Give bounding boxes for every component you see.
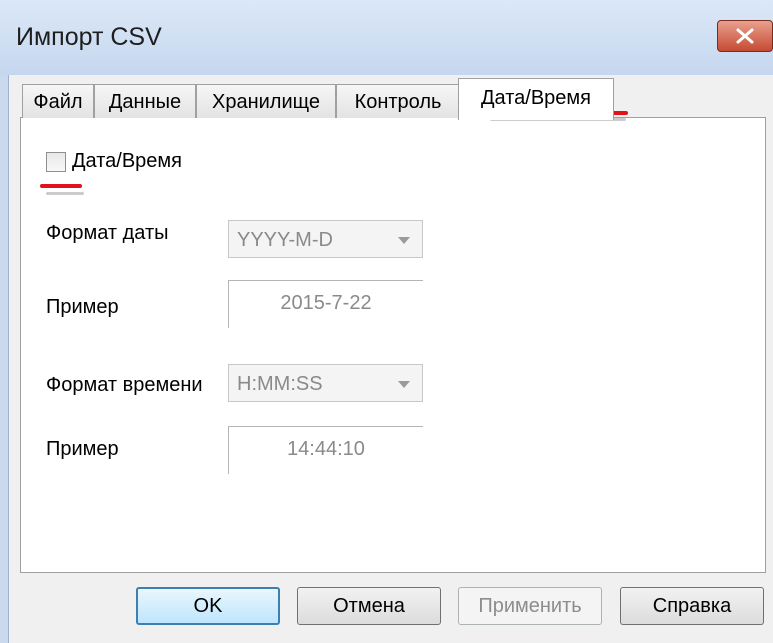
- chevron-down-icon: [398, 381, 410, 388]
- ok-button[interactable]: OK: [136, 587, 280, 625]
- date-example-field: 2015-7-22: [228, 280, 423, 328]
- time-format-select[interactable]: H:MM:SS: [228, 364, 423, 402]
- date-example-value: 2015-7-22: [280, 292, 372, 314]
- date-format-label: Формат даты: [46, 222, 169, 244]
- date-example-label: Пример: [46, 296, 119, 318]
- date-format-select[interactable]: YYYY-M-D: [228, 220, 423, 258]
- annotation-shadow-checkbox: [46, 192, 84, 195]
- help-button[interactable]: Справка: [620, 587, 764, 625]
- close-button[interactable]: [717, 20, 773, 52]
- chevron-down-icon: [398, 237, 410, 244]
- date-format-value: YYYY-M-D: [237, 229, 333, 251]
- tab-file[interactable]: Файл: [22, 84, 94, 118]
- dialog-title: Импорт CSV: [16, 23, 162, 51]
- time-format-label: Формат времени: [46, 374, 203, 396]
- tab-storage[interactable]: Хранилище: [196, 84, 336, 118]
- time-format-value: H:MM:SS: [237, 373, 323, 395]
- datetime-checkbox-label: Дата/Время: [72, 150, 183, 172]
- close-x-icon: [736, 28, 754, 44]
- annotation-underline-checkbox: [40, 184, 82, 188]
- tab-control[interactable]: Контроль: [336, 84, 460, 118]
- import-csv-dialog: Импорт CSV Файл Данные Хранилище Контрол…: [0, 0, 773, 643]
- tab-datetime[interactable]: Дата/Время: [458, 78, 614, 120]
- time-example-label: Пример: [46, 438, 119, 460]
- tab-panel-datetime: [20, 117, 766, 573]
- time-example-value: 14:44:10: [287, 438, 365, 460]
- datetime-checkbox[interactable]: [46, 152, 66, 172]
- title-bar: Импорт CSV: [0, 0, 773, 75]
- tab-data[interactable]: Данные: [94, 84, 196, 118]
- apply-button[interactable]: Применить: [458, 587, 602, 625]
- cancel-button[interactable]: Отмена: [297, 587, 441, 625]
- time-example-field: 14:44:10: [228, 426, 423, 474]
